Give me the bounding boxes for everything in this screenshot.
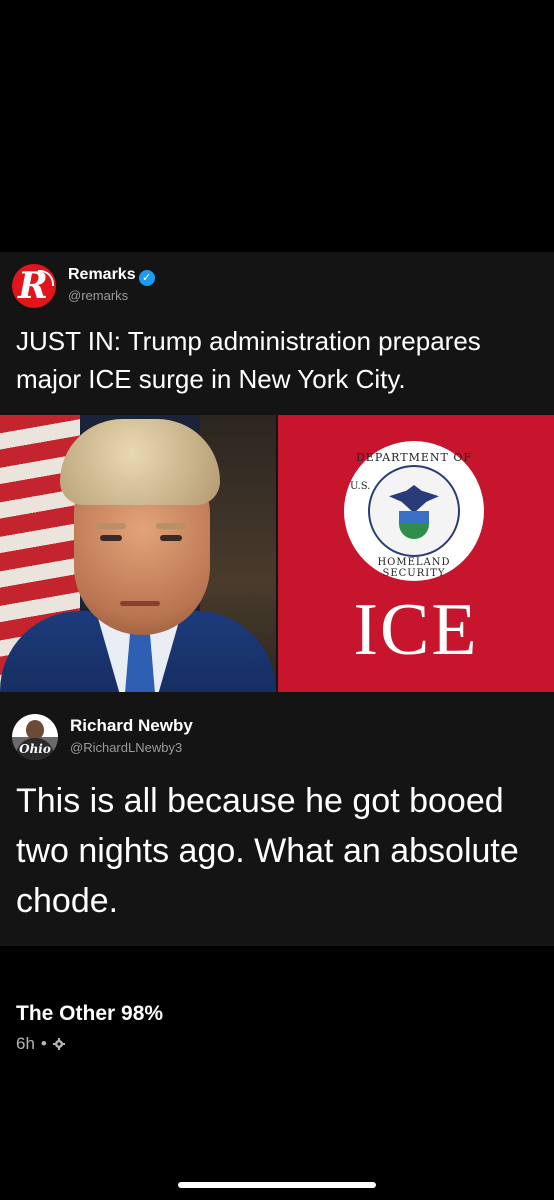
left-brow — [96, 523, 126, 529]
hair — [60, 419, 220, 505]
ice-panel: DEPARTMENT OF U.S. HOMELAND SECURITY ICE — [278, 415, 554, 692]
seal-bottom-text: HOMELAND SECURITY — [377, 557, 451, 579]
reply-author-name: Richard Newby — [70, 716, 193, 735]
dhs-seal: DEPARTMENT OF U.S. HOMELAND SECURITY — [344, 441, 484, 581]
right-eye — [160, 535, 182, 541]
portrait-photo — [0, 415, 276, 692]
avatar-shirt-text: Ohio — [19, 742, 51, 756]
reply-author-handle: @RichardLNewby3 — [70, 740, 183, 755]
verified-check-icon: ✓ — [138, 270, 155, 286]
left-eye — [100, 535, 122, 541]
tweet-author-handle: @remarks — [68, 288, 129, 303]
page-name[interactable]: The Other 98% — [16, 1002, 163, 1026]
avatar-head — [26, 720, 44, 740]
reply-avatar: Ohio — [12, 714, 58, 760]
reply-text: This is all because he got booed two nig… — [16, 782, 519, 920]
post-time[interactable]: 6h — [16, 1034, 35, 1053]
home-indicator[interactable] — [178, 1182, 376, 1188]
remarks-logo: R — [12, 264, 56, 308]
mouth — [120, 601, 160, 606]
tweet-author: Remarks ✓ — [68, 266, 155, 286]
post-meta: 6h • — [16, 1034, 65, 1054]
gear-icon[interactable] — [52, 1038, 65, 1050]
tweet-text: JUST IN: Trump administration prepares m… — [16, 326, 481, 394]
seal-top-text: DEPARTMENT OF — [355, 451, 472, 464]
tweet-media: DEPARTMENT OF U.S. HOMELAND SECURITY ICE — [0, 415, 554, 692]
ice-label: ICE — [353, 589, 479, 671]
right-brow — [156, 523, 186, 529]
shared-image-card[interactable]: R Remarks ✓ @remarks JUST IN: Trump admin… — [0, 252, 554, 946]
signal-icon — [38, 270, 54, 286]
tweet-author-name: Remarks — [68, 266, 136, 283]
seal-left-text: U.S. — [350, 481, 371, 492]
meta-separator: • — [40, 1034, 47, 1053]
